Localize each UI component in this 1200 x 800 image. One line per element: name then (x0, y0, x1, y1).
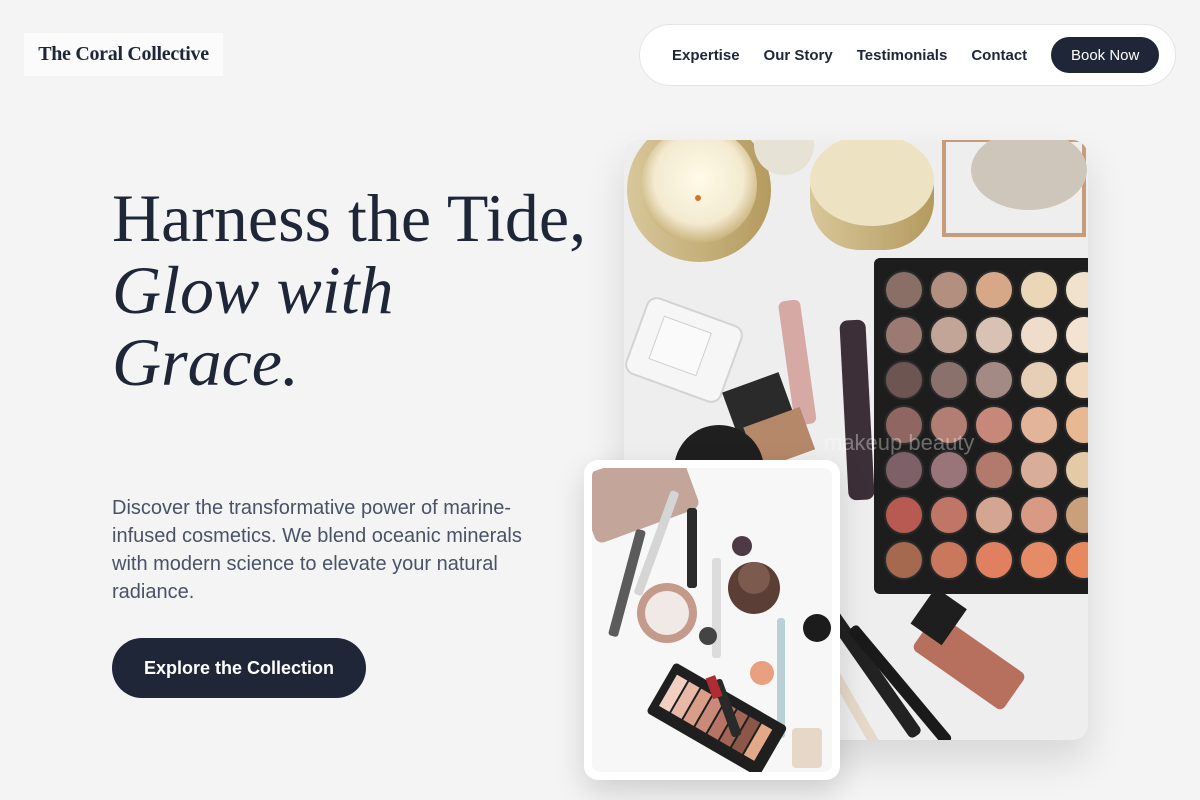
hero-description: Discover the transformative power of mar… (112, 497, 522, 603)
brand-name: The Coral Collective (38, 43, 209, 65)
hero-title: Harness the Tide, Glow with Grace. (112, 182, 592, 398)
nav-link-testimonials[interactable]: Testimonials (857, 47, 948, 64)
eyeshadow-pan (1019, 495, 1059, 535)
eyeshadow-pan (974, 270, 1014, 310)
eyeshadow-pan (929, 315, 969, 355)
eyeshadow-pan (974, 360, 1014, 400)
eyeshadow-pan (884, 495, 924, 535)
hero-title-line2: Glow with Grace. (112, 252, 394, 400)
eyeshadow-pan (974, 315, 1014, 355)
eyeshadow-pan (884, 270, 924, 310)
eyeshadow-pan (884, 360, 924, 400)
eyeshadow-pan (929, 360, 969, 400)
hero-title-line1: Harness the Tide, (112, 180, 587, 256)
hero-secondary-image (592, 468, 832, 772)
eyeshadow-pan (974, 450, 1014, 490)
eyeshadow-pan (974, 495, 1014, 535)
eyeshadow-pan (1019, 405, 1059, 445)
eyeshadow-pan (884, 540, 924, 580)
watermark-text: makeup beauty (824, 430, 974, 455)
eyeshadow-pan (929, 450, 969, 490)
nav-link-expertise[interactable]: Expertise (672, 47, 740, 64)
eyeshadow-pan (884, 450, 924, 490)
eyeshadow-pan (1019, 360, 1059, 400)
main-nav: Expertise Our Story Testimonials Contact… (639, 24, 1176, 86)
eyeshadow-pan (929, 540, 969, 580)
eyeshadow-pan (974, 405, 1014, 445)
hero-secondary-image-frame (584, 460, 840, 780)
eyeshadow-pan (884, 315, 924, 355)
eyeshadow-pan (1019, 315, 1059, 355)
eyeshadow-pan (929, 270, 969, 310)
book-now-button[interactable]: Book Now (1051, 37, 1160, 73)
nav-link-our-story[interactable]: Our Story (764, 47, 833, 64)
eyeshadow-pan (974, 540, 1014, 580)
eyeshadow-pan (929, 495, 969, 535)
eyeshadow-pan (1019, 270, 1059, 310)
eyeshadow-pan (1019, 450, 1059, 490)
eyeshadow-pan (1019, 540, 1059, 580)
explore-collection-button[interactable]: Explore the Collection (112, 638, 366, 698)
nav-link-contact[interactable]: Contact (971, 47, 1027, 64)
makeup-tools-illustration (592, 468, 832, 772)
brand-logo[interactable]: The Coral Collective (24, 33, 223, 76)
